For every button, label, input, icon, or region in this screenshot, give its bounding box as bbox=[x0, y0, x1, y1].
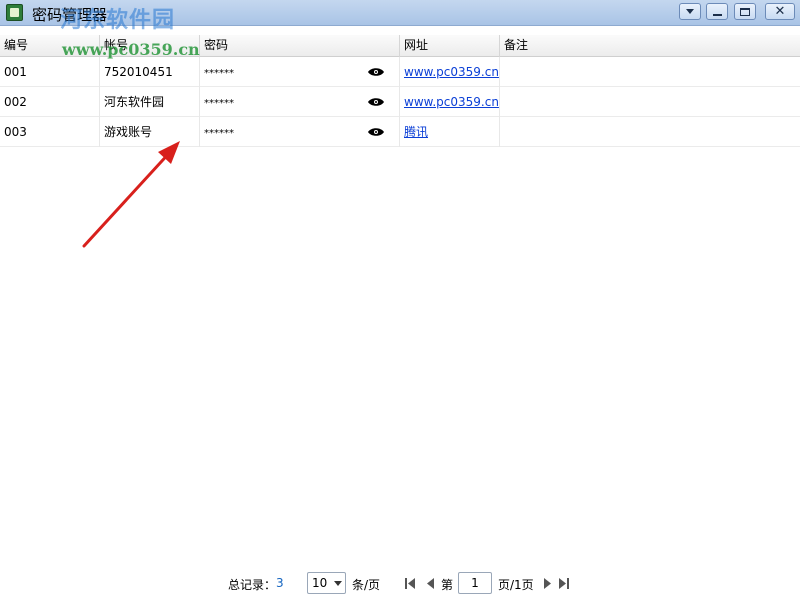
per-page-label: 条/页 bbox=[352, 578, 381, 592]
page-prefix-label: 第 bbox=[441, 578, 454, 592]
cell-url: 腾讯 bbox=[400, 117, 500, 147]
total-records-value: 3 bbox=[276, 576, 284, 590]
cell-password: ****** bbox=[200, 87, 400, 117]
watermark-logo: 河东软件园 bbox=[60, 7, 176, 33]
cell-password: ****** bbox=[200, 117, 400, 147]
next-page-icon[interactable] bbox=[541, 578, 553, 589]
page-number-input[interactable]: 1 bbox=[458, 572, 492, 594]
password-mask: ****** bbox=[204, 68, 234, 79]
password-mask: ****** bbox=[204, 98, 234, 109]
title-bar: 密码管理器 河东软件园 ✕ bbox=[0, 0, 800, 33]
watermark-url: www.pc0359.cn bbox=[62, 40, 200, 59]
table-row[interactable]: 002 河东软件园 ****** www.pc0359.cn bbox=[0, 87, 800, 117]
previous-page-icon[interactable] bbox=[425, 578, 437, 589]
last-page-icon[interactable] bbox=[558, 578, 570, 589]
close-icon: ✕ bbox=[774, 4, 786, 19]
cell-id: 001 bbox=[0, 57, 100, 87]
window-menu-button[interactable] bbox=[679, 3, 701, 20]
chevron-down-icon bbox=[334, 581, 342, 586]
url-link[interactable]: www.pc0359.cn bbox=[404, 65, 499, 79]
app-icon bbox=[6, 4, 23, 21]
cell-account: 河东软件园 bbox=[100, 87, 200, 117]
minimize-button[interactable] bbox=[706, 3, 728, 20]
maximize-icon bbox=[740, 7, 750, 16]
cell-id: 003 bbox=[0, 117, 100, 147]
first-page-icon[interactable] bbox=[404, 578, 416, 589]
table-row[interactable]: 001 752010451 ****** www.pc0359.cn bbox=[0, 57, 800, 87]
maximize-button[interactable] bbox=[734, 3, 756, 20]
caret-down-icon bbox=[686, 9, 694, 14]
show-password-eye-icon[interactable] bbox=[368, 97, 384, 107]
close-button[interactable]: ✕ bbox=[765, 3, 795, 20]
minimize-icon bbox=[712, 13, 722, 16]
url-link[interactable]: 腾讯 bbox=[404, 125, 428, 139]
show-password-eye-icon[interactable] bbox=[368, 127, 384, 137]
total-records-label: 总记录： bbox=[228, 578, 277, 592]
password-mask: ****** bbox=[204, 128, 234, 139]
column-header-note[interactable]: 备注 bbox=[500, 35, 800, 57]
cell-url: www.pc0359.cn bbox=[400, 87, 500, 117]
cell-account: 游戏账号 bbox=[100, 117, 200, 147]
page-suffix-label: 页/1页 bbox=[498, 578, 534, 592]
cell-url: www.pc0359.cn bbox=[400, 57, 500, 87]
show-password-eye-icon[interactable] bbox=[368, 67, 384, 77]
cell-id: 002 bbox=[0, 87, 100, 117]
cell-account: 752010451 bbox=[100, 57, 200, 87]
pager: 总记录： 3 10 条/页 第 1 页/1页 bbox=[0, 572, 800, 596]
page-size-value: 10 bbox=[312, 576, 328, 590]
cell-password: ****** bbox=[200, 57, 400, 87]
column-header-url[interactable]: 网址 bbox=[400, 35, 500, 57]
cell-note bbox=[500, 117, 800, 147]
cell-note bbox=[500, 57, 800, 87]
url-link[interactable]: www.pc0359.cn bbox=[404, 95, 499, 109]
table-row[interactable]: 003 游戏账号 ****** 腾讯 bbox=[0, 117, 800, 147]
cell-note bbox=[500, 87, 800, 117]
column-header-password[interactable]: 密码 bbox=[200, 35, 400, 57]
page-size-select[interactable]: 10 bbox=[307, 572, 346, 594]
